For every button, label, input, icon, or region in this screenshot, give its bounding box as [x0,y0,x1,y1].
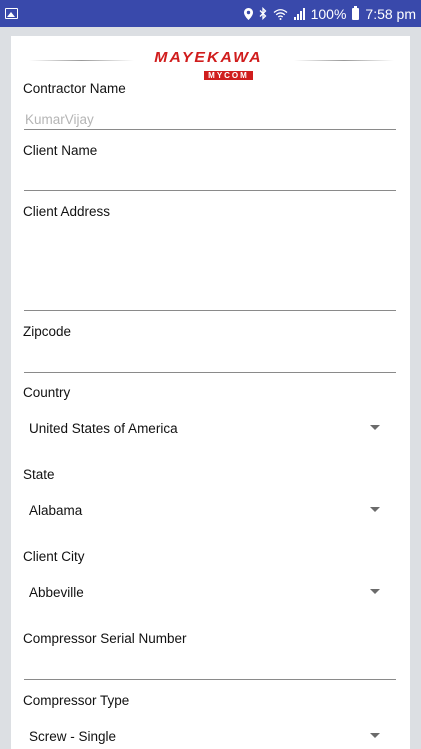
image-notification-icon [5,8,18,19]
country-dropdown-icon[interactable] [370,425,380,430]
logo-divider-right [294,60,394,61]
state-select[interactable]: Alabama [29,503,82,518]
contractor-name-label: Contractor Name [23,81,126,96]
compressor-serial-input[interactable] [24,679,396,680]
contractor-name-input[interactable]: KumarVijay [25,112,94,127]
client-address-label: Client Address [23,204,111,219]
battery-percent: 100% [310,5,347,22]
logo-sub: MYCOM [204,71,253,80]
battery-icon [352,5,360,20]
compressor-serial-label: Compressor Serial Number [23,631,187,646]
compressor-type-select[interactable]: Screw - Single [29,729,116,744]
logo-header: MAYEKAWA MYCOM [11,49,410,80]
client-city-dropdown-icon[interactable] [370,589,380,594]
compressor-type-label: Compressor Type [23,693,130,708]
wifi-icon [273,8,288,20]
bluetooth-icon [259,7,267,20]
client-address-input[interactable] [24,310,396,311]
client-city-select[interactable]: Abbeville [29,585,84,600]
state-dropdown-icon[interactable] [370,507,380,512]
form-card: MAYEKAWA MYCOM Contractor Name KumarVija… [11,36,410,749]
client-city-label: Client City [23,549,85,564]
zipcode-label: Zipcode [23,324,72,339]
mayekawa-logo: MAYEKAWA MYCOM [146,49,271,80]
location-icon [243,7,253,20]
logo-divider-left [29,60,134,61]
zipcode-input[interactable] [24,372,396,373]
signal-icon [293,7,305,20]
country-label: Country [23,385,71,400]
client-name-input[interactable] [24,190,396,191]
client-name-label: Client Name [23,143,98,158]
logo-brand: MAYEKAWA [154,49,263,66]
status-bar: 100% 7:58 pm [0,0,421,27]
state-label: State [23,467,55,482]
compressor-type-dropdown-icon[interactable] [370,733,380,738]
contractor-name-underline [24,129,396,130]
clock: 7:58 pm [365,5,416,22]
country-select[interactable]: United States of America [29,421,178,436]
